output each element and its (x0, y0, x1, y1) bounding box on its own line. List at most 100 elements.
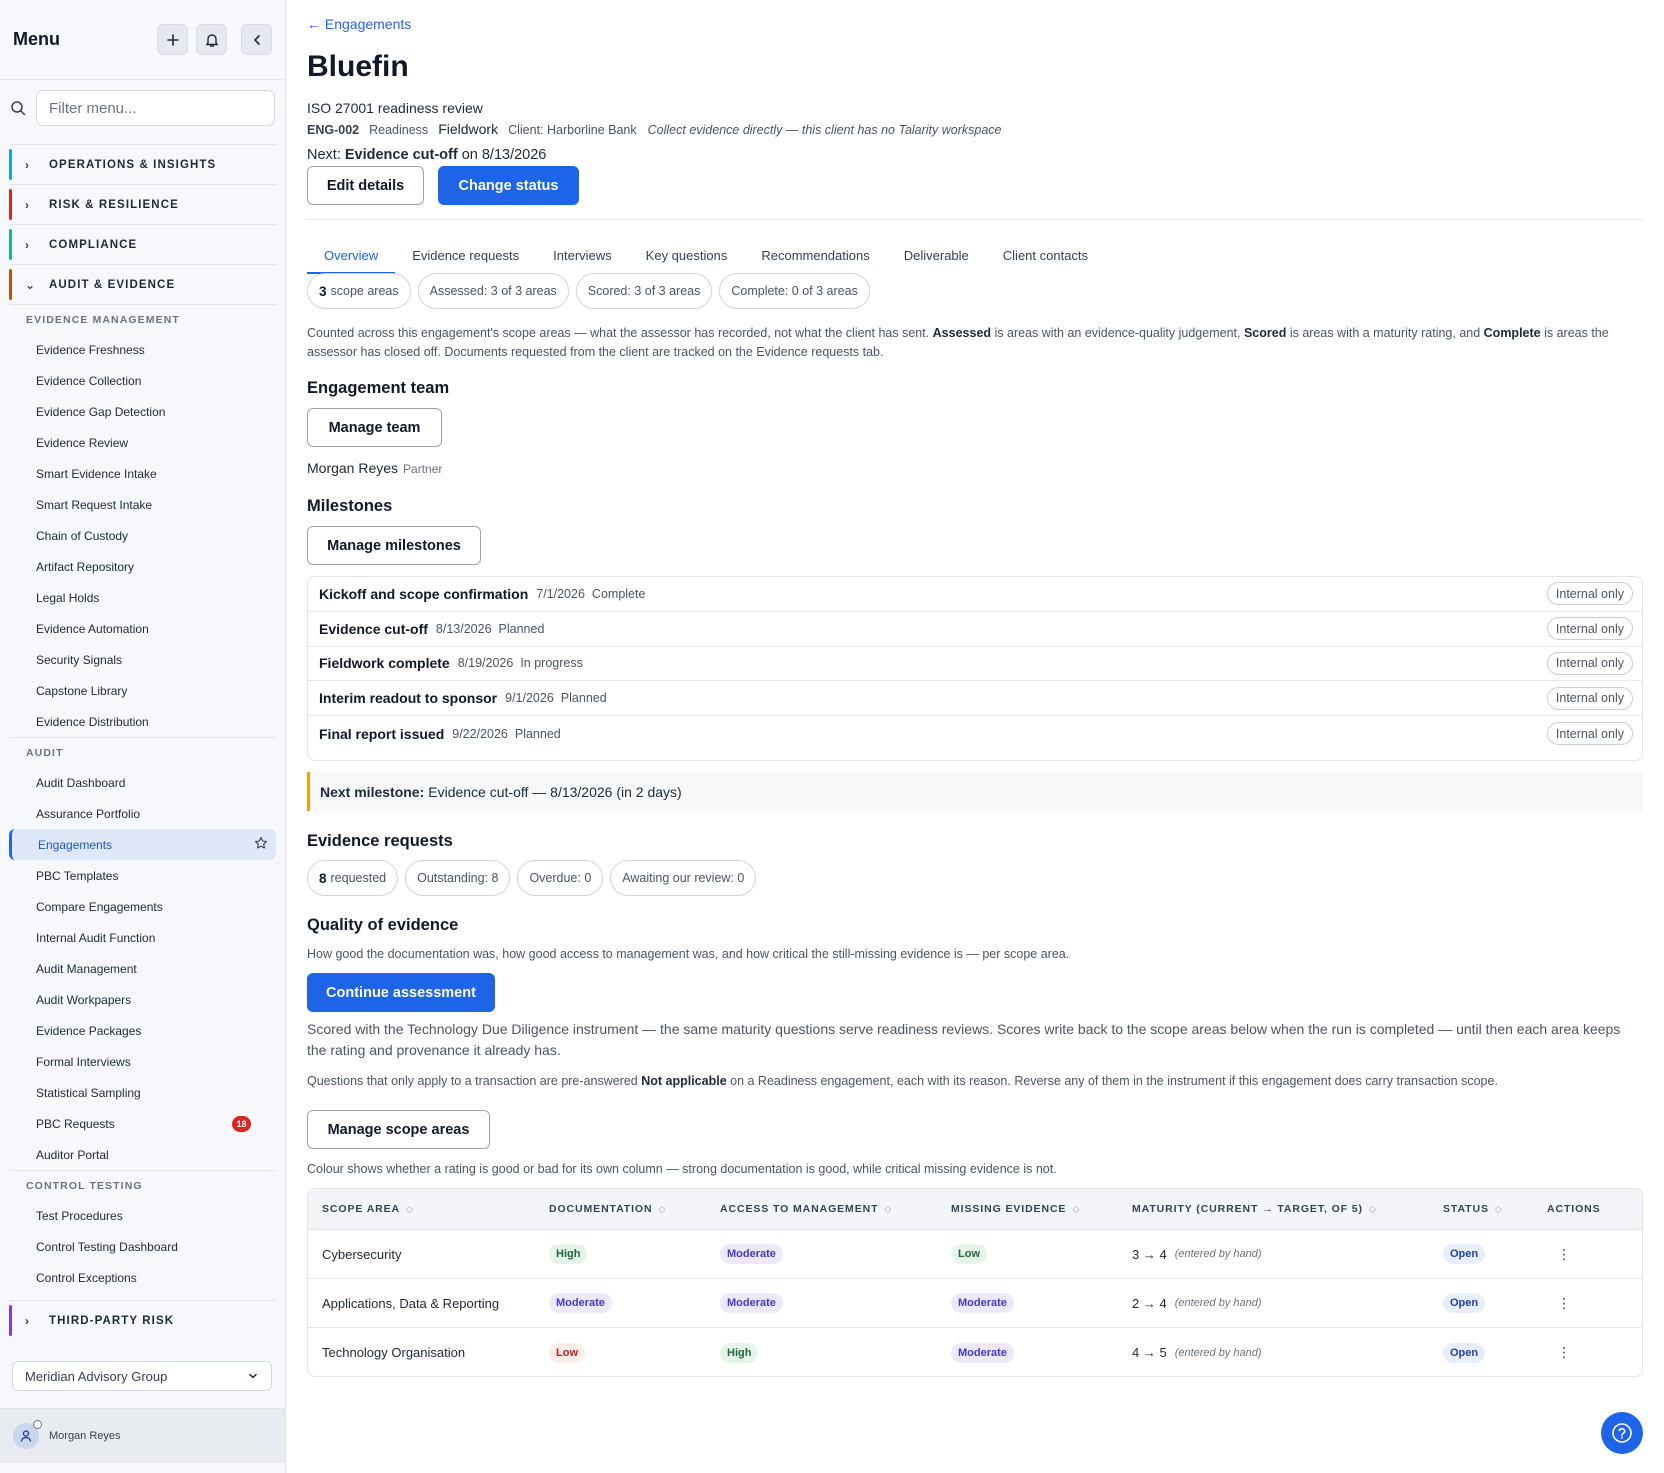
sidebar-item-legal-holds[interactable]: Legal Holds (0, 582, 285, 613)
column-actions: ACTIONS (1547, 1203, 1627, 1215)
tab-overview[interactable]: Overview (307, 240, 396, 274)
sidebar-item-capstone-library[interactable]: Capstone Library (0, 675, 285, 706)
not-applicable-note: Questions that only apply to a transacti… (307, 1072, 1643, 1091)
menu-filter-input[interactable] (36, 90, 275, 126)
tab-key-questions[interactable]: Key questions (629, 240, 745, 274)
star-icon[interactable] (254, 836, 268, 850)
rating-badge: Moderate (720, 1244, 783, 1264)
milestones-list: Kickoff and scope confirmation 7/1/2026 Co… (307, 576, 1643, 761)
sidebar-item-test-procedures[interactable]: Test Procedures (0, 1200, 285, 1231)
milestone-row: Evidence cut-off 8/13/2026 Planned Internal… (308, 612, 1642, 647)
chevron-down-icon (249, 1373, 257, 1379)
maturity-cell: 4 → 5 (entered by hand) (1132, 1345, 1443, 1360)
sidebar-item-audit-management[interactable]: Audit Management (0, 953, 285, 984)
more-actions-icon[interactable]: ⋮ (1547, 1344, 1571, 1361)
sidebar-item-audit-dashboard[interactable]: Audit Dashboard (0, 767, 285, 798)
sidebar-item-assurance-portfolio[interactable]: Assurance Portfolio (0, 798, 285, 829)
change-status-button[interactable]: Change status (438, 166, 579, 205)
sidebar-item-statistical-sampling[interactable]: Statistical Sampling (0, 1077, 285, 1108)
milestone-row: Kickoff and scope confirmation 7/1/2026 Co… (308, 577, 1642, 612)
team-member: Morgan Reyes Partner (307, 460, 442, 476)
column-maturity[interactable]: MATURITY (CURRENT → TARGET, OF 5) ◇ (1132, 1203, 1443, 1215)
continue-assessment-button[interactable]: Continue assessment (307, 973, 495, 1012)
nav-group-operations-insights[interactable]: › OPERATIONS & INSIGHTS (9, 144, 276, 184)
more-actions-icon[interactable]: ⋮ (1547, 1246, 1571, 1263)
scope-area-cell: Applications, Data & Reporting (322, 1295, 500, 1311)
bell-icon (205, 33, 218, 47)
sidebar-item-evidence-distribution[interactable]: Evidence Distribution (0, 706, 285, 737)
text-bold: Not applicable (641, 1074, 727, 1088)
manage-team-button[interactable]: Manage team (307, 408, 442, 447)
milestone-name: Final report issued (319, 725, 445, 742)
sidebar-item-evidence-automation[interactable]: Evidence Automation (0, 613, 285, 644)
sidebar-item-evidence-collection[interactable]: Evidence Collection (0, 365, 285, 396)
nav-group-audit-evidence[interactable]: ⌄ AUDIT & EVIDENCE (9, 264, 276, 304)
sidebar-item-compare-engagements[interactable]: Compare Engagements (0, 891, 285, 922)
manage-milestones-button[interactable]: Manage milestones (307, 526, 481, 565)
column-access-to-management[interactable]: ACCESS TO MANAGEMENT ◇ (720, 1203, 951, 1215)
sidebar-item-evidence-freshness[interactable]: Evidence Freshness (0, 334, 285, 365)
engagement-type: Readiness (369, 123, 429, 137)
collapse-sidebar-button[interactable] (241, 24, 272, 55)
rating-badge: Moderate (951, 1293, 1014, 1313)
sidebar-item-auditor-portal[interactable]: Auditor Portal (0, 1139, 285, 1170)
sidebar-item-control-exceptions[interactable]: Control Exceptions (0, 1262, 285, 1293)
column-scope-area[interactable]: SCOPE AREA ◇ (308, 1203, 549, 1215)
milestone-status: In progress (520, 656, 583, 671)
engagement-code: ENG-002 (307, 123, 360, 137)
tab-interviews[interactable]: Interviews (536, 240, 629, 274)
add-button[interactable] (157, 24, 188, 55)
edit-details-button[interactable]: Edit details (307, 166, 424, 205)
more-actions-icon[interactable]: ⋮ (1547, 1295, 1571, 1312)
sidebar-item-smart-request-intake[interactable]: Smart Request Intake (0, 489, 285, 520)
sidebar-item-engagements[interactable]: Engagements (9, 829, 276, 860)
evidence-requests-heading: Evidence requests (307, 832, 453, 850)
notifications-button[interactable] (196, 24, 227, 55)
sidebar-item-evidence-packages[interactable]: Evidence Packages (0, 1015, 285, 1046)
status-cell: Open (1443, 1293, 1547, 1313)
user-profile[interactable]: Morgan Reyes (0, 1408, 285, 1463)
tab-recommendations[interactable]: Recommendations (744, 240, 886, 274)
sidebar-item-audit-workpapers[interactable]: Audit Workpapers (0, 984, 285, 1015)
chevron-right-icon: › (25, 1313, 31, 1328)
next-milestone-value: Evidence cut-off — 8/13/2026 (in 2 days) (428, 783, 682, 800)
sidebar-item-pbc-templates[interactable]: PBC Templates (0, 860, 285, 891)
sidebar-item-evidence-gap-detection[interactable]: Evidence Gap Detection (0, 396, 285, 427)
nav-group-compliance[interactable]: › COMPLIANCE (9, 224, 276, 264)
sidebar-item-artifact-repository[interactable]: Artifact Repository (0, 551, 285, 582)
sidebar-item-formal-interviews[interactable]: Formal Interviews (0, 1046, 285, 1077)
column-status[interactable]: STATUS ◇ (1443, 1203, 1547, 1215)
back-link[interactable]: ← Engagements (307, 16, 411, 32)
sidebar-item-evidence-review[interactable]: Evidence Review (0, 427, 285, 458)
organization-select[interactable]: Meridian Advisory Group (12, 1361, 272, 1391)
sidebar-item-internal-audit-function[interactable]: Internal Audit Function (0, 922, 285, 953)
tab-client-contacts[interactable]: Client contacts (986, 240, 1105, 274)
milestone-name: Fieldwork complete (319, 655, 450, 672)
sidebar-item-chain-of-custody[interactable]: Chain of Custody (0, 520, 285, 551)
sidebar-item-control-testing-dashboard[interactable]: Control Testing Dashboard (0, 1231, 285, 1262)
sidebar-item-security-signals[interactable]: Security Signals (0, 644, 285, 675)
column-label: SCOPE AREA (322, 1203, 401, 1215)
tab-evidence-requests[interactable]: Evidence requests (395, 240, 536, 274)
section-audit: AUDIT (9, 737, 276, 767)
overdue-chip: Overdue: 0 (517, 860, 604, 896)
tab-deliverable[interactable]: Deliverable (887, 240, 986, 274)
table-row: Cybersecurity High Moderate Low 3 → 4 (en… (308, 1230, 1642, 1279)
chevron-left-icon (253, 34, 260, 45)
sidebar-title: Menu (13, 29, 60, 49)
column-documentation[interactable]: DOCUMENTATION ◇ (549, 1203, 720, 1215)
rating-badge: Low (549, 1342, 585, 1363)
page-title: Bluefin (307, 50, 409, 83)
help-button[interactable] (1601, 1412, 1643, 1454)
quality-description: How good the documentation was, how good… (307, 947, 1070, 961)
manage-scope-areas-button[interactable]: Manage scope areas (307, 1110, 490, 1149)
settings-indicator-icon (33, 1420, 42, 1429)
sidebar-item-pbc-requests[interactable]: PBC Requests 18 (0, 1108, 285, 1139)
count-badge: 18 (232, 1116, 251, 1132)
column-missing-evidence[interactable]: MISSING EVIDENCE ◇ (951, 1203, 1132, 1215)
nav-group-third-party-risk[interactable]: › THIRD-PARTY RISK (9, 1300, 276, 1340)
nav-group-risk-resilience[interactable]: › RISK & RESILIENCE (9, 184, 276, 224)
member-role: Partner (403, 462, 443, 476)
sidebar-item-smart-evidence-intake[interactable]: Smart Evidence Intake (0, 458, 285, 489)
table-row: Applications, Data & Reporting Moderate … (308, 1279, 1642, 1328)
